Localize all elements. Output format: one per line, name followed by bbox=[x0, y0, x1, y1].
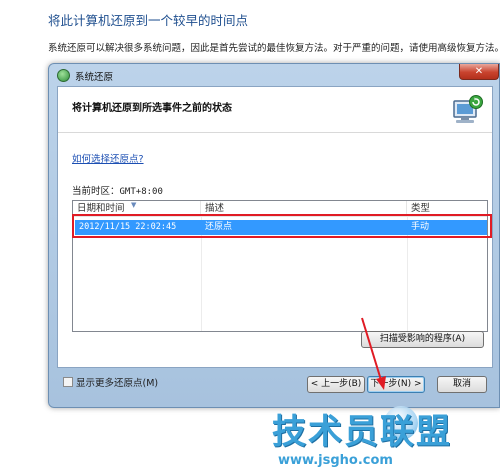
system-restore-icon bbox=[57, 69, 70, 82]
dialog-title: 系统还原 bbox=[75, 72, 114, 83]
timezone-label: 当前时区： bbox=[72, 186, 120, 197]
system-restore-dialog: 系统还原 ✕ 将计算机还原到所选事件之前的状态 如何选择还原点? 当前时区：GM… bbox=[48, 63, 500, 408]
show-more-checkbox[interactable] bbox=[63, 377, 73, 387]
table-header: 日期和时间 ▼ 描述 类型 bbox=[73, 201, 487, 217]
restore-points-table: 日期和时间 ▼ 描述 类型 2012/11/15 22:02:45 还原点 手动 bbox=[72, 200, 488, 332]
page-description: 系统还原可以解决很多系统问题，因此是首先尝试的最佳恢复方法。对于严重的问题，请使… bbox=[48, 43, 500, 54]
cell-description: 还原点 bbox=[205, 222, 233, 232]
column-datetime[interactable]: 日期和时间 ▼ bbox=[73, 201, 201, 217]
next-button[interactable]: 下一步(N) > bbox=[367, 376, 425, 393]
timezone-value: GMT+8:00 bbox=[119, 187, 163, 197]
site-watermark: 技术员联盟 www.jsgho.com bbox=[272, 404, 500, 475]
sort-arrow-icon: ▼ bbox=[131, 201, 137, 209]
cancel-button[interactable]: 取消 bbox=[437, 376, 487, 393]
show-more-restore-points[interactable]: 显示更多还原点(M) bbox=[63, 375, 158, 389]
dialog-content: 将计算机还原到所选事件之前的状态 如何选择还原点? 当前时区：GMT+8:00 … bbox=[57, 86, 493, 368]
column-type[interactable]: 类型 bbox=[407, 201, 489, 217]
watermark-text: 技术员联盟 bbox=[272, 412, 452, 452]
dialog-titlebar[interactable]: 系统还原 ✕ bbox=[49, 64, 499, 86]
back-button[interactable]: < 上一步(B) bbox=[307, 376, 365, 393]
cell-type: 手动 bbox=[411, 222, 430, 232]
column-datetime-label: 日期和时间 bbox=[77, 203, 125, 214]
timezone-row: 当前时区：GMT+8:00 bbox=[72, 183, 163, 197]
dialog-header: 将计算机还原到所选事件之前的状态 bbox=[58, 87, 492, 133]
close-button[interactable]: ✕ bbox=[459, 64, 499, 80]
scan-affected-programs-button[interactable]: 扫描受影响的程序(A) bbox=[361, 331, 484, 348]
cell-datetime: 2012/11/15 22:02:45 bbox=[79, 222, 177, 232]
column-description[interactable]: 描述 bbox=[201, 201, 407, 217]
how-to-choose-link[interactable]: 如何选择还原点? bbox=[72, 151, 144, 165]
table-row[interactable]: 2012/11/15 22:02:45 还原点 手动 bbox=[75, 220, 487, 235]
page-heading: 将此计算机还原到一个较早的时间点 bbox=[48, 13, 249, 28]
watermark-url: www.jsgho.com bbox=[278, 453, 393, 468]
show-more-label: 显示更多还原点(M) bbox=[76, 378, 159, 389]
computer-restore-icon bbox=[453, 95, 483, 123]
dialog-header-text: 将计算机还原到所选事件之前的状态 bbox=[72, 103, 232, 114]
